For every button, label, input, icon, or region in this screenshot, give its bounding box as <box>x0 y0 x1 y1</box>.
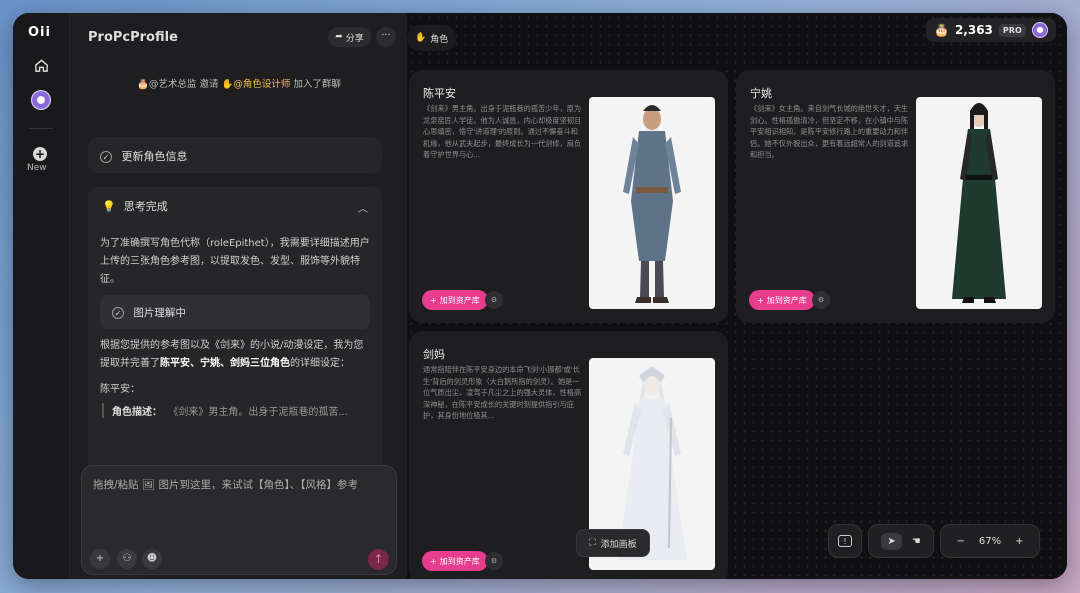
sub-card[interactable]: ✓ 图片理解中 <box>100 295 370 329</box>
character-name: 宁姚 <box>750 87 772 100</box>
character-card[interactable]: 陈平安 《剑来》男主角。出身于泥瓶巷的孤苦少年，原为龙泉窑匠人学徒。他为人诚恳，… <box>409 70 728 323</box>
canvas-tag-label: 角色 <box>430 34 449 45</box>
summary-paragraph: 根据您提供的参考图以及《剑来》的小说/动漫设定，我为您提取并完善了陈平安、宁姚、… <box>100 340 364 369</box>
chevron-up-icon[interactable]: ︿ <box>358 200 368 215</box>
check-icon: ✓ <box>100 151 112 163</box>
canvas-tag[interactable]: ✋ 角色 <box>407 25 457 51</box>
feedback-button[interactable]: ! <box>828 524 862 558</box>
divider <box>29 128 53 129</box>
character-desc: 通常指陪伴在陈平安身边的本命飞剑'小挪都'或'长生'背后的剑灵形象（大白鹅所指的… <box>423 365 582 420</box>
character-card[interactable]: 剑妈 通常指陪伴在陈平安身边的本命飞剑'小挪都'或'长生'背后的剑灵形象（大白鹅… <box>409 331 728 579</box>
character-desc: 《剑来》女主角。来自剑气长城的绝世天才，天生剑心。性格孤傲清冷，但坚定不移，在小… <box>750 104 909 159</box>
add-to-assets-button[interactable]: + 加到资产库 <box>422 290 488 310</box>
zoom-out-button[interactable]: − <box>956 536 964 547</box>
options-icon[interactable]: ⚙ <box>485 291 503 309</box>
app-logo[interactable]: Oii <box>28 25 51 40</box>
join-target: @角色设计师 <box>233 79 291 90</box>
character-image <box>916 97 1042 309</box>
add-to-assets-button[interactable]: + 加到资产库 <box>422 551 488 571</box>
quote-value: 《剑来》男主角。出身于泥瓶巷的孤苦... <box>168 407 348 418</box>
plus-icon: + <box>430 295 437 305</box>
join-suffix: 加入了群聊 <box>293 79 341 90</box>
plan-badge: PRO <box>998 23 1026 37</box>
page-title: ProPcProfile <box>88 30 178 45</box>
add-to-assets-label: 加到资产库 <box>766 295 807 305</box>
character-image <box>589 97 715 309</box>
thinking-paragraph: 为了准确撰写角色代称（roleEpithet），我需要详细描述用户上传的三张角色… <box>100 238 370 285</box>
plus-icon: + <box>430 556 437 566</box>
input-placeholder: 拖拽/粘贴 🖼 图片到这里，来试试【角色】、【风格】参考 <box>93 479 359 491</box>
share-button[interactable]: ➦ 分享 <box>328 27 371 47</box>
options-icon[interactable]: ⚙ <box>812 291 830 309</box>
new-label[interactable]: New <box>27 163 47 173</box>
alert-icon: ! <box>838 535 852 547</box>
thinking-title: 思考完成 <box>123 200 168 213</box>
quote-key: 角色描述： <box>112 407 162 418</box>
character-card[interactable]: 宁姚 《剑来》女主角。来自剑气长城的绝世天才，天生剑心。性格孤傲清冷，但坚定不移… <box>736 70 1055 323</box>
chat-input[interactable]: 拖拽/粘贴 🖼 图片到这里，来试试【角色】、【风格】参考 + ⚇ ☻ ↑ <box>81 465 397 575</box>
tool-group: ➤ ☚ <box>868 524 934 558</box>
hand-icon: ✋ <box>221 79 234 90</box>
send-button[interactable]: ↑ <box>368 549 389 570</box>
frame-icon: ⛶ <box>589 538 596 548</box>
character-desc: 《剑来》男主角。出身于泥瓶巷的孤苦少年，原为龙泉窑匠人学徒。他为人诚恳，内心却极… <box>423 104 582 159</box>
hand-tool-icon[interactable]: ☚ <box>912 536 921 547</box>
join-notice: 🎂@艺术总监 邀请 ✋@角色设计师 加入了群聊 <box>71 76 407 90</box>
share-label: 分享 <box>345 33 364 44</box>
character-name: 剑妈 <box>423 348 445 361</box>
avatar[interactable] <box>28 87 54 113</box>
more-button[interactable]: ··· <box>376 27 396 47</box>
character-label: 陈平安： <box>100 384 140 395</box>
thinking-card: 💡 思考完成 ︿ 为了准确撰写角色代称（roleEpithet），我需要详细描述… <box>88 187 382 487</box>
share-icon: ➦ <box>335 32 343 42</box>
home-icon[interactable] <box>28 52 54 78</box>
new-button[interactable]: + <box>33 147 47 161</box>
join-actor: @艺术总监 <box>148 79 197 90</box>
character-name: 陈平安 <box>423 87 456 100</box>
mask-icon[interactable]: ☻ <box>142 549 162 569</box>
left-rail: Oii + New <box>13 13 70 579</box>
add-board-label: 添加画板 <box>600 539 637 550</box>
add-to-assets-button[interactable]: + 加到资产库 <box>749 290 815 310</box>
update-card-label: 更新角色信息 <box>121 150 188 163</box>
zoom-level[interactable]: 67% <box>979 536 1001 547</box>
zoom-controls: − 67% + <box>940 524 1040 558</box>
people-icon[interactable]: ⚇ <box>117 549 137 569</box>
zoom-in-button[interactable]: + <box>1015 536 1023 547</box>
check-icon: ✓ <box>112 307 124 319</box>
avatar[interactable] <box>1031 22 1048 38</box>
chat-panel: ProPcProfile ➦ 分享 ··· 🎂@艺术总监 邀请 ✋@角色设计师 … <box>71 13 462 579</box>
add-to-assets-label: 加到资产库 <box>439 556 480 566</box>
cake-icon: 🎂 <box>934 23 949 37</box>
sub-card-label: 图片理解中 <box>133 307 186 319</box>
plus-icon[interactable]: + <box>90 549 110 569</box>
credits-badge[interactable]: 🎂 2,363 PRO <box>926 18 1056 42</box>
plus-icon: + <box>757 295 764 305</box>
quote-block: 角色描述： 《剑来》男主角。出身于泥瓶巷的孤苦... <box>102 403 370 418</box>
app-window: Oii + New ProPcProfile ➦ 分享 ··· 🎂@艺术总监 邀… <box>13 13 1067 579</box>
credits-count: 2,363 <box>954 23 993 37</box>
cursor-icon[interactable]: ➤ <box>881 532 902 550</box>
options-icon[interactable]: ⚙ <box>485 552 503 570</box>
join-verb: 邀请 <box>199 79 219 90</box>
add-to-assets-label: 加到资产库 <box>439 295 480 305</box>
thinking-header[interactable]: 💡 思考完成 ︿ <box>88 187 382 225</box>
lightbulb-icon: 💡 <box>102 199 116 213</box>
update-card[interactable]: ✓ 更新角色信息 <box>88 137 382 173</box>
canvas[interactable]: ✋ 角色 🎂 2,363 PRO 陈平安 《剑来》男主角。出身于泥瓶巷的孤苦少年… <box>407 13 1067 579</box>
hand-icon: ✋ <box>415 33 427 43</box>
add-board-button[interactable]: ⛶ 添加画板 <box>576 529 650 557</box>
cake-icon: 🎂 <box>137 79 149 90</box>
